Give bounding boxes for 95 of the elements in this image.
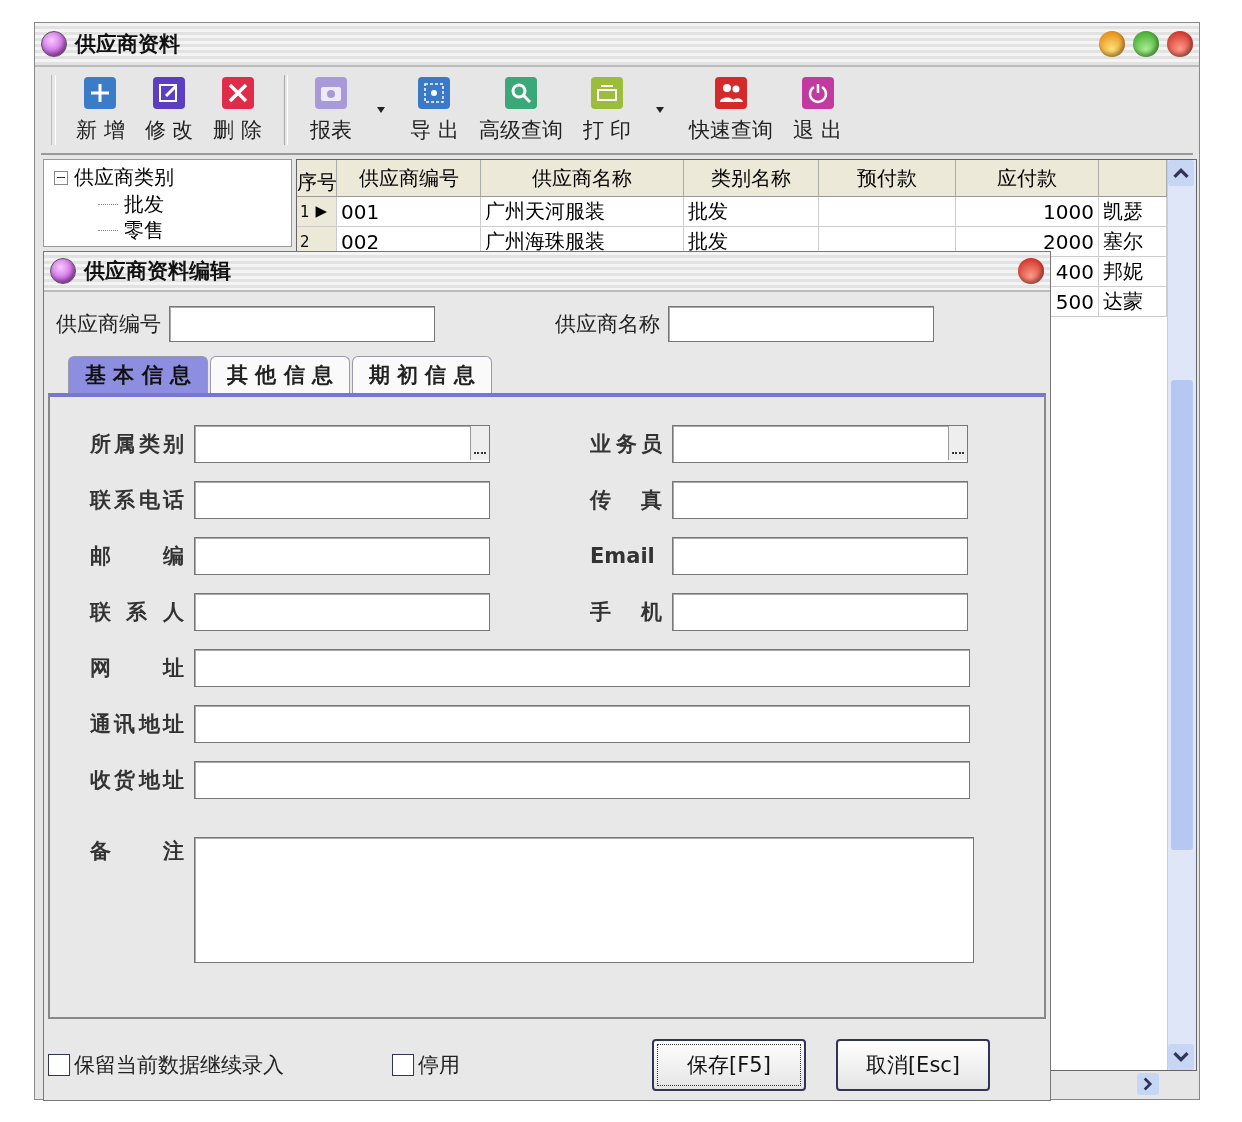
column-header[interactable]: 供应商编号 [337,160,481,196]
field-label: 手 机 [590,599,662,626]
field-label: 传 真 [590,487,662,514]
app-icon [50,258,76,284]
table-cell: 1000 [1043,199,1094,224]
close-button[interactable] [1018,258,1044,284]
row-number: 2 [300,232,310,251]
input-field[interactable] [194,537,490,575]
tree-item[interactable]: 供应商类别 [74,164,174,191]
field-label: 所属类别 [90,431,184,458]
input-field[interactable] [672,537,968,575]
input-field[interactable] [169,306,435,342]
row-number: 1 [300,202,310,221]
table-cell: 001 [341,199,380,224]
dropdown-arrow-icon[interactable] [655,107,666,113]
toolbar-button[interactable]: 报表 [302,76,361,144]
field-label: 邮 编 [90,543,184,570]
close-button[interactable] [1167,31,1193,57]
field-label: 业务员 [590,431,662,458]
input-field[interactable] [194,481,490,519]
field-label: 联系电话 [90,487,184,514]
input-field[interactable] [668,306,934,342]
table-cell: 邦妮 [1103,258,1143,285]
table-cell: 广州天河服装 [485,198,605,225]
table-cell: 塞尔 [1103,228,1143,255]
table-cell: 2000 [1043,229,1094,254]
checkbox[interactable]: 停用 [392,1051,460,1079]
browse-button[interactable] [470,426,489,460]
column-header[interactable]: 序号 [297,160,337,196]
input-field[interactable] [194,761,970,799]
tab[interactable]: 其 他 信 息 [209,356,350,393]
checkbox[interactable]: 保留当前数据继续录入 [48,1051,284,1079]
tree-item[interactable]: 批发 [124,191,164,217]
maximize-button[interactable] [1133,31,1159,57]
dialog-button[interactable]: 取消[Esc] [836,1039,990,1091]
app-icon [41,31,67,57]
minimize-button[interactable] [1099,31,1125,57]
toolbar-button[interactable]: 高级查询 [470,76,571,144]
field-label: 收货地址 [90,767,184,794]
toolbar-button[interactable]: 新 增 [68,76,133,144]
power-icon [800,76,835,110]
scroll-up-icon[interactable] [1168,160,1194,186]
input-field[interactable] [672,481,968,519]
field-label: 通讯地址 [90,711,184,738]
field-label: 供应商名称 [555,311,660,338]
field-label: 供应商编号 [56,311,161,338]
dropdown-arrow-icon[interactable] [376,107,387,113]
collapse-toggle[interactable] [54,170,68,185]
browse-button[interactable] [948,426,967,460]
window-title: 供应商资料 [75,31,180,58]
field-label: 网 址 [90,655,184,682]
table-cell: 批发 [688,198,728,225]
column-header[interactable]: 预付款 [819,160,956,196]
delete-icon [220,76,255,110]
toolbar-button[interactable]: 退 出 [785,76,851,144]
table-cell: 002 [341,229,380,254]
table-cell: 400 [1055,259,1094,284]
scroll-down-icon[interactable] [1168,1044,1194,1070]
search-icon [503,76,538,110]
printer-icon [590,76,625,110]
toolbar-button[interactable]: 导 出 [402,76,467,144]
field-label: 备 注 [90,838,184,865]
table-cell: 批发 [688,228,728,255]
toolbar-button[interactable]: 修 改 [136,76,202,144]
input-field[interactable] [672,593,968,631]
toolbar-button[interactable]: 打 印 [574,76,640,144]
tree-item[interactable]: 零售 [124,217,164,243]
text-area[interactable] [194,837,974,963]
input-field[interactable] [194,649,970,687]
input-field[interactable] [194,593,490,631]
plus-icon [83,76,118,110]
dialog-button[interactable]: 保存[F5] [652,1039,806,1091]
table-cell: 500 [1055,289,1094,314]
column-header[interactable]: 供应商名称 [481,160,684,196]
current-row-indicator: ▶ [315,204,328,219]
dialog-title: 供应商资料编辑 [84,258,231,285]
tab[interactable]: 基 本 信 息 [68,356,208,393]
table-cell: 凯瑟 [1103,198,1143,225]
table-cell: 达蒙 [1103,288,1143,315]
input-field[interactable] [194,705,970,743]
input-field[interactable] [194,425,490,463]
column-header[interactable]: 应付款 [956,160,1099,196]
camera-icon [314,76,349,110]
scroll-right-icon[interactable] [1137,1073,1159,1095]
column-header[interactable]: 类别名称 [684,160,819,196]
toolbar-button[interactable]: 删 除 [205,76,271,144]
pencil-icon [152,76,187,110]
field-label: 联 系 人 [90,599,184,626]
field-label: Email [590,544,656,568]
input-field[interactable] [672,425,968,463]
toolbar-button[interactable]: 快速查询 [681,76,782,144]
vertical-scrollbar[interactable] [1167,160,1196,1070]
users-icon [714,76,749,110]
tab[interactable]: 期 初 信 息 [351,356,492,393]
table-cell: 广州海珠服装 [485,228,605,255]
